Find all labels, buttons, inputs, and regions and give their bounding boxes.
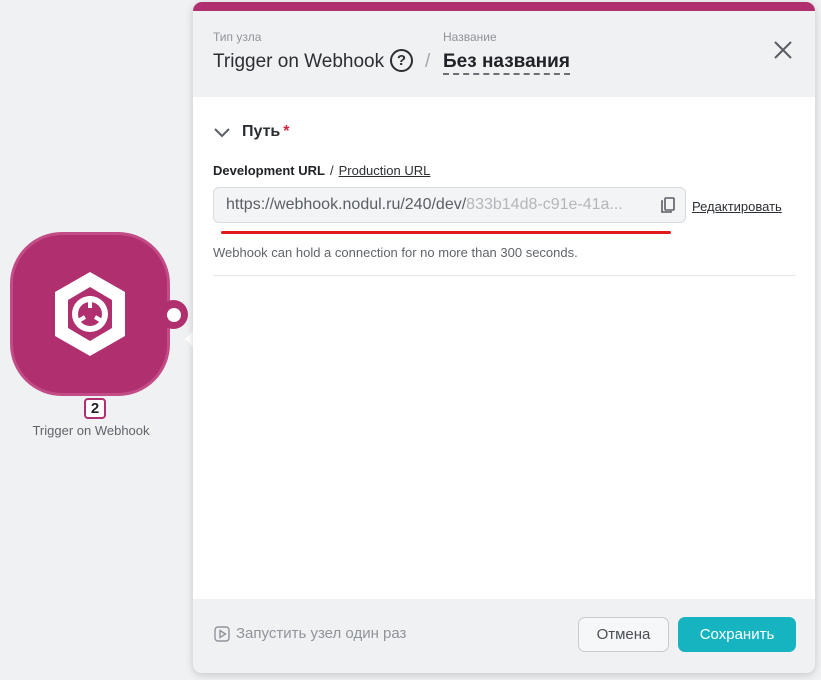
- node-name-field[interactable]: Без названия: [443, 51, 570, 75]
- webhook-hexagon-icon: [55, 272, 125, 356]
- webhook-url-field[interactable]: https://webhook.nodul.ru/240/dev/833b14d…: [213, 187, 686, 223]
- header-separator: /: [425, 51, 431, 72]
- url-base: https://webhook.nodul.ru/240/dev/: [226, 196, 467, 213]
- panel-footer: Запустить узел один раз Отмена Сохранить: [193, 599, 815, 673]
- run-once-button[interactable]: Запустить узел один раз: [236, 625, 406, 642]
- tab-production-url[interactable]: Production URL: [339, 163, 431, 178]
- play-icon[interactable]: [214, 626, 230, 642]
- node-output-port[interactable]: [159, 300, 188, 329]
- url-id: 833b14d8-c91e-41a...: [466, 196, 623, 213]
- port-dot: [166, 307, 181, 322]
- tab-development-url[interactable]: Development URL: [213, 163, 325, 178]
- node-type-label: Тип узла: [213, 30, 262, 44]
- save-button[interactable]: Сохранить: [678, 617, 796, 652]
- help-icon[interactable]: ?: [390, 49, 413, 72]
- url-tabs: Development URL / Production URL: [213, 163, 430, 178]
- tab-separator: /: [329, 163, 334, 178]
- copy-icon[interactable]: [659, 196, 677, 214]
- edit-url-link[interactable]: Редактировать: [692, 199, 782, 214]
- node-type-value: Trigger on Webhook: [213, 51, 385, 72]
- node-settings-panel: Тип узла Название Trigger on Webhook ? /…: [193, 2, 815, 673]
- node-number-badge: 2: [84, 398, 106, 419]
- section-divider: [213, 275, 796, 276]
- panel-header: Тип узла Название Trigger on Webhook ? /…: [193, 11, 815, 97]
- section-title-text: Путь: [242, 123, 281, 140]
- close-icon[interactable]: [771, 38, 795, 62]
- annotation-underline: [221, 231, 671, 234]
- cancel-button[interactable]: Отмена: [578, 617, 669, 652]
- required-mark: *: [283, 123, 290, 140]
- webhook-node[interactable]: [10, 232, 170, 396]
- node-name-label: Название: [443, 30, 497, 44]
- node-caption: Trigger on Webhook: [32, 423, 150, 438]
- chevron-down-icon[interactable]: [213, 126, 231, 138]
- section-title[interactable]: Путь *: [242, 123, 290, 141]
- timeout-hint: Webhook can hold a connection for no mor…: [213, 245, 578, 260]
